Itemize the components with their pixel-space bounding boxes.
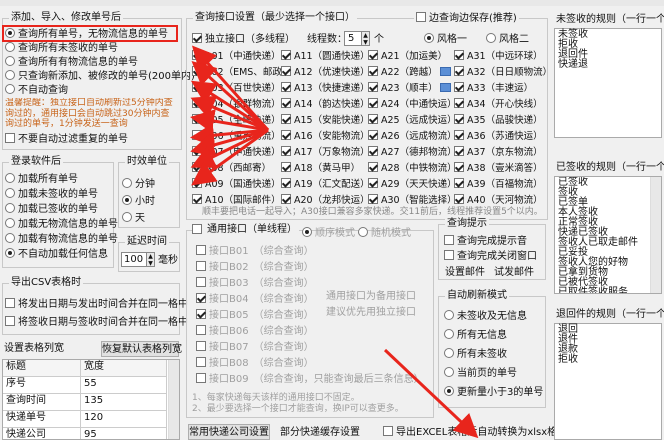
red-arrows [190,45,479,439]
arrow-overlay [190,45,479,439]
